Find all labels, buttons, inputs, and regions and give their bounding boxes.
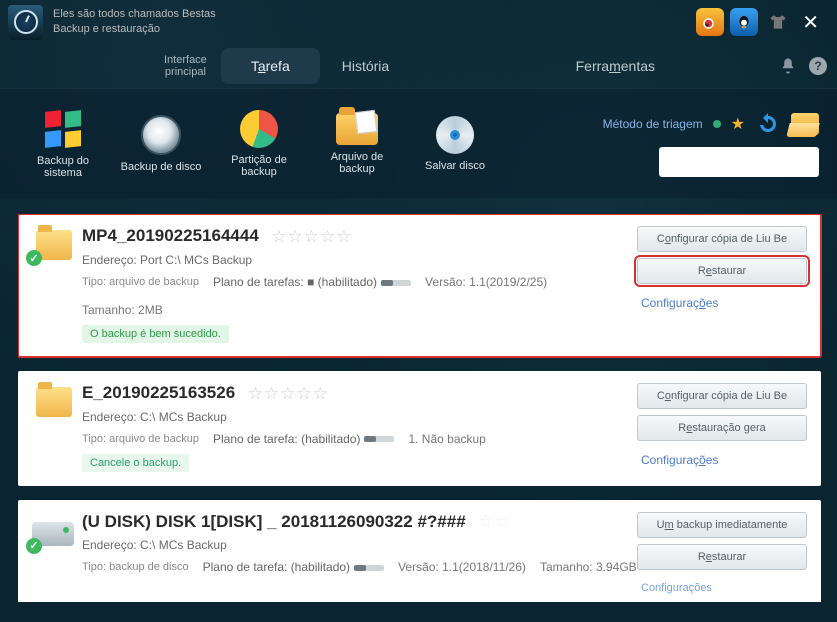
app-icon (8, 5, 43, 40)
task-address: Endereço: Port C:\ MCs Backup (82, 253, 637, 267)
task-name: MP4_20190225164444 (82, 226, 259, 246)
app-title: Eles são todos chamados Bestas (53, 7, 216, 22)
rating-stars[interactable]: ☆☆☆☆☆ (248, 384, 328, 404)
app-subtitle: Backup e restauração (53, 22, 216, 37)
titlebar: Eles são todos chamados Bestas Backup e … (0, 0, 837, 44)
folder-icon (36, 387, 72, 417)
search-box (659, 147, 819, 177)
task-address: Endereço: C:\ MCs Backup (82, 410, 637, 424)
help-icon[interactable]: ? (809, 57, 827, 75)
tool-label: Arquivo de backup (312, 151, 402, 175)
refresh-icon[interactable] (755, 111, 781, 137)
configure-copy-button[interactable]: Configurar cópia de Liu Be (637, 383, 807, 409)
tabbar: Interfaceprincipal Tarefa História Ferra… (0, 44, 837, 88)
restore-button[interactable]: Restaurar (637, 258, 807, 284)
open-folder-icon[interactable] (791, 113, 819, 135)
tool-disk-backup[interactable]: Backup de disco (116, 115, 206, 173)
toolbar: Backup do sistema Backup de disco Partiç… (0, 88, 837, 198)
tool-label: Salvar disco (425, 160, 485, 172)
tool-label: Backup de disco (121, 161, 202, 173)
tab-tools[interactable]: Ferramentas (576, 58, 655, 74)
rating-stars[interactable]: ☆☆☆☆☆ (271, 227, 351, 247)
tool-file-backup[interactable]: Arquivo de backup (312, 113, 402, 175)
tab-main[interactable]: Interfaceprincipal (150, 48, 221, 84)
windows-icon (43, 109, 83, 149)
cd-icon (436, 116, 474, 154)
general-restore-button[interactable]: Restauração gera (637, 415, 807, 441)
settings-link[interactable]: Configurações (637, 453, 807, 467)
qq-icon[interactable] (730, 8, 758, 36)
tool-label: Partição de backup (214, 154, 304, 178)
rating-stars[interactable]: ☆☆ (478, 512, 510, 532)
star-icon[interactable]: ★ (731, 114, 745, 134)
settings-link[interactable]: Configurações (637, 296, 807, 310)
sort-dot-icon[interactable] (713, 120, 721, 128)
content: ✓ MP4_20190225164444 ☆☆☆☆☆ Endereço: Por… (0, 198, 837, 622)
task-card[interactable]: ✓ MP4_20190225164444 ☆☆☆☆☆ Endereço: Por… (18, 214, 821, 357)
status-badge: O backup é bem sucedido. (82, 325, 229, 343)
disk-icon (141, 115, 181, 155)
tool-save-disk[interactable]: Salvar disco (410, 116, 500, 172)
restore-button[interactable]: Restaurar (637, 544, 807, 570)
task-name: E_20190225163526 (82, 383, 235, 403)
folder-icon: ✓ (36, 230, 72, 260)
settings-link[interactable]: Configurações (637, 582, 807, 594)
weibo-icon[interactable] (696, 8, 724, 36)
tool-label: Backup do sistema (18, 155, 108, 179)
status-badge: Cancele o backup. (82, 454, 189, 472)
task-card[interactable]: E_20190225163526 ☆☆☆☆☆ Endereço: C:\ MCs… (18, 371, 821, 486)
folder-icon (336, 113, 378, 145)
close-icon[interactable]: ✕ (792, 10, 829, 35)
tool-partition-backup[interactable]: Partição de backup (214, 110, 304, 178)
search-input[interactable] (659, 147, 819, 177)
sort-label[interactable]: Método de triagem (603, 117, 703, 131)
tshirt-icon[interactable] (764, 8, 792, 36)
task-name: (U DISK) DISK 1[DISK] _ 20181126090322 #… (82, 512, 466, 532)
task-list[interactable]: ✓ MP4_20190225164444 ☆☆☆☆☆ Endereço: Por… (18, 214, 825, 602)
pie-icon (240, 110, 278, 148)
tool-system-backup[interactable]: Backup do sistema (18, 109, 108, 179)
bell-icon[interactable] (779, 57, 797, 75)
configure-copy-button[interactable]: Configurar cópia de Liu Be (637, 226, 807, 252)
backup-now-button[interactable]: Um backup imediatamente (637, 512, 807, 538)
task-card[interactable]: ✓ (U DISK) DISK 1[DISK] _ 20181126090322… (18, 500, 821, 602)
tab-history[interactable]: História (320, 48, 411, 84)
task-address: Endereço: C:\ MCs Backup (82, 538, 637, 552)
disk-drive-icon: ✓ (32, 522, 74, 546)
tab-task[interactable]: Tarefa (221, 48, 320, 84)
